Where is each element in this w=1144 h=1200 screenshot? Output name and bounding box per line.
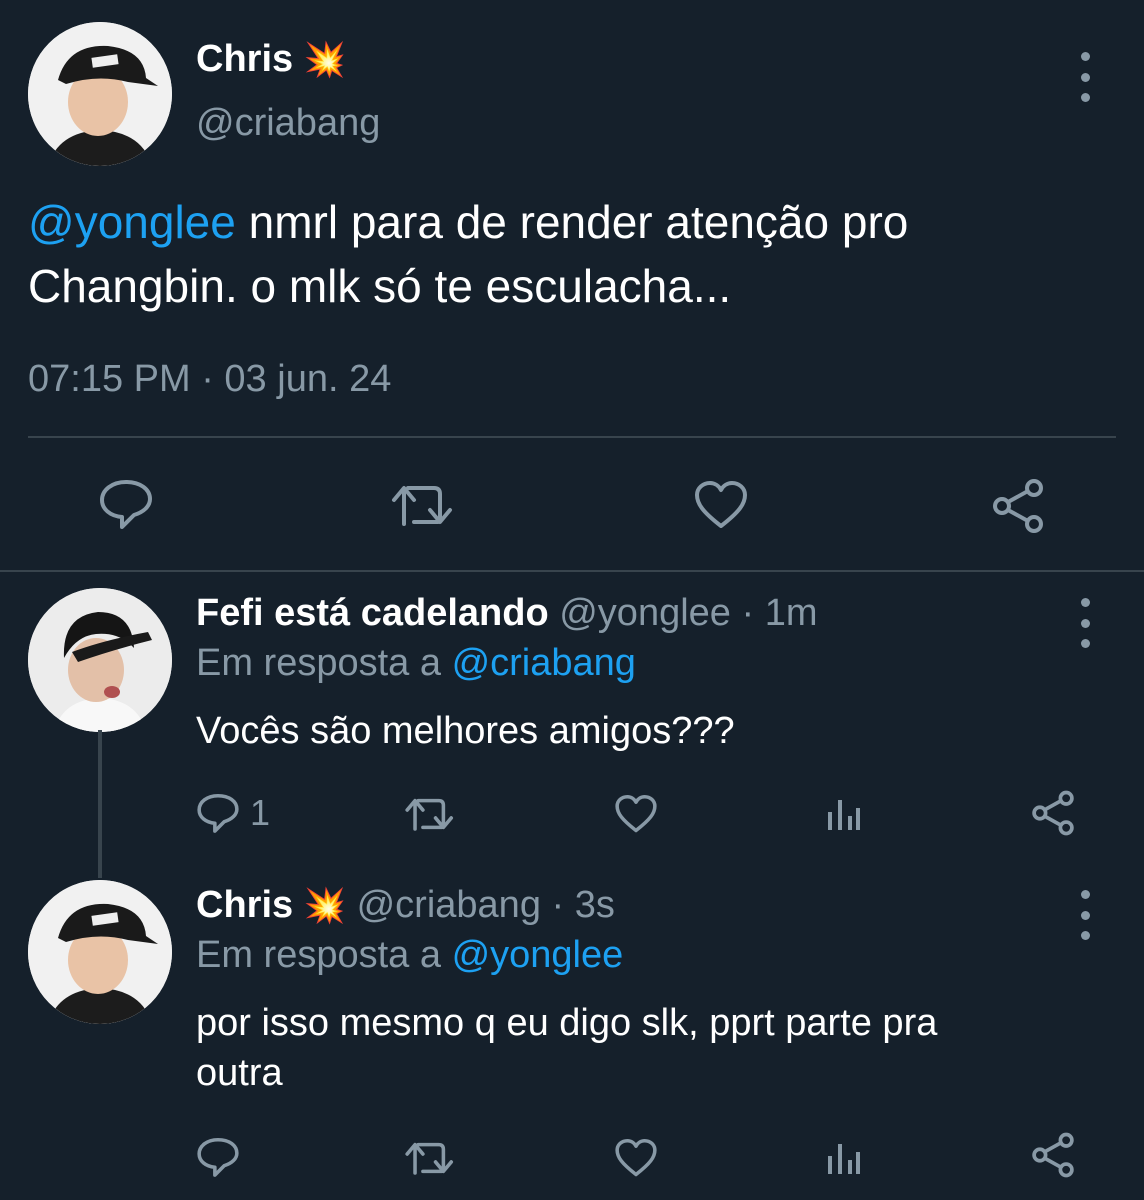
reply-count: 1 bbox=[250, 792, 271, 833]
like-icon[interactable] bbox=[693, 480, 749, 530]
author-handle[interactable]: @criabang bbox=[196, 102, 380, 145]
thread-line bbox=[98, 730, 102, 878]
tweet-text: @yonglee nmrl para de render atenção pro… bbox=[28, 196, 909, 312]
reply-avatar[interactable] bbox=[28, 880, 172, 1024]
reply-meta: @yonglee · 1m bbox=[559, 592, 818, 634]
analytics-icon[interactable] bbox=[826, 796, 862, 832]
replying-to-handle[interactable]: @criabang bbox=[452, 642, 636, 684]
more-icon[interactable] bbox=[1073, 890, 1097, 940]
author-avatar[interactable] bbox=[28, 22, 172, 166]
author-emoji: 💥 bbox=[303, 41, 347, 79]
share-icon[interactable] bbox=[1030, 1132, 1076, 1178]
author-name-line[interactable]: Chris 💥 bbox=[196, 38, 346, 81]
share-icon[interactable] bbox=[990, 478, 1046, 534]
retweet-icon[interactable] bbox=[404, 1138, 456, 1178]
reply-author-name: Fefi está cadelando bbox=[196, 592, 549, 634]
replying-to: Em resposta a @yonglee bbox=[196, 934, 624, 976]
like-icon[interactable] bbox=[614, 1138, 658, 1178]
reply-header[interactable]: Chris 💥 @criabang · 3s bbox=[196, 884, 615, 927]
section-divider bbox=[0, 570, 1144, 572]
share-icon[interactable] bbox=[1030, 790, 1076, 836]
author-name: Chris bbox=[196, 38, 294, 80]
retweet-icon[interactable] bbox=[390, 480, 456, 530]
reply-header[interactable]: Fefi está cadelando @yonglee · 1m bbox=[196, 592, 817, 635]
tweet-timestamp: 07:15 PM · 03 jun. 24 bbox=[28, 358, 392, 400]
reply-icon[interactable] bbox=[196, 792, 240, 834]
reply-icon[interactable] bbox=[196, 1136, 240, 1178]
more-icon[interactable] bbox=[1073, 598, 1097, 648]
retweet-icon[interactable] bbox=[404, 794, 456, 834]
reply-author-name: Chris bbox=[196, 884, 294, 926]
reply-text: Vocês são melhores amigos??? bbox=[196, 710, 735, 752]
replying-to: Em resposta a @criabang bbox=[196, 642, 636, 684]
reply-text: por isso mesmo q eu digo slk, pprt parte… bbox=[196, 1002, 938, 1094]
reply-avatar[interactable] bbox=[28, 588, 172, 732]
like-icon[interactable] bbox=[614, 794, 658, 834]
reply-meta: @criabang · 3s bbox=[356, 884, 615, 926]
mention-link[interactable]: @yonglee bbox=[28, 196, 236, 248]
analytics-icon[interactable] bbox=[826, 1140, 862, 1176]
author-emoji: 💥 bbox=[303, 887, 347, 925]
more-icon[interactable] bbox=[1073, 52, 1097, 102]
reply-icon[interactable] bbox=[98, 478, 154, 530]
divider bbox=[28, 436, 1116, 438]
replying-to-handle[interactable]: @yonglee bbox=[452, 934, 624, 976]
